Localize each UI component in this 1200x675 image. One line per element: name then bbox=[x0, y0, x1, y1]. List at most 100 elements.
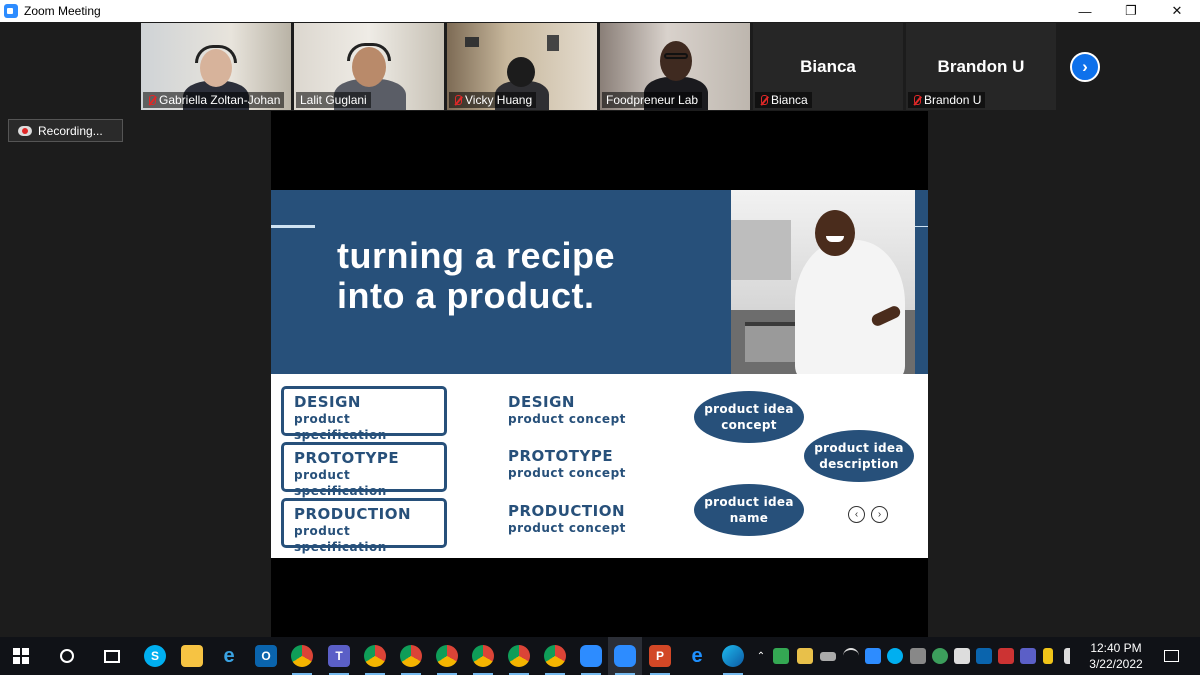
participant-name-bar: Brandon U bbox=[908, 92, 986, 108]
slide-next-button[interactable]: › bbox=[871, 506, 888, 523]
spec-subtitle: product specification bbox=[294, 468, 387, 498]
spec-subtitle: product specification bbox=[294, 412, 387, 442]
clock-date: 3/22/2022 bbox=[1089, 657, 1143, 671]
spec-title: PRODUCTION bbox=[294, 505, 412, 523]
concept-subtitle: product concept bbox=[508, 521, 626, 535]
edge-legacy-icon[interactable]: e bbox=[680, 637, 714, 675]
idea-bubble-name: product idea name bbox=[694, 484, 804, 536]
screen-capture-icon[interactable] bbox=[998, 648, 1014, 664]
network-globe-icon[interactable] bbox=[932, 648, 948, 664]
zoom-app-icon bbox=[4, 4, 18, 18]
next-page-button[interactable]: › bbox=[1070, 52, 1100, 82]
concept-title: PROTOTYPE bbox=[508, 447, 614, 465]
zoom-icon[interactable] bbox=[574, 637, 608, 675]
task-view-icon[interactable] bbox=[95, 637, 129, 675]
powerpoint-icon[interactable]: P bbox=[643, 637, 677, 675]
tools-tray-icon[interactable] bbox=[910, 648, 926, 664]
concept-production: PRODUCTION product concept bbox=[508, 502, 626, 536]
spec-box-design: DESIGN product specification bbox=[281, 386, 447, 442]
chrome-profile-icon[interactable] bbox=[430, 637, 464, 675]
chrome-profile-icon[interactable] bbox=[538, 637, 572, 675]
battery-icon[interactable] bbox=[820, 652, 836, 661]
idea-bubble-concept: product idea concept bbox=[694, 391, 804, 443]
spec-title: PROTOTYPE bbox=[294, 449, 400, 467]
concept-title: DESIGN bbox=[508, 393, 575, 411]
banner-accent-line bbox=[271, 225, 315, 228]
concept-design: DESIGN product concept bbox=[508, 393, 626, 427]
muted-mic-icon bbox=[147, 94, 156, 106]
skype-icon[interactable]: S bbox=[138, 637, 172, 675]
security-shield-icon[interactable] bbox=[954, 648, 970, 664]
recording-label: Recording... bbox=[38, 123, 103, 138]
skype-tray-icon[interactable] bbox=[887, 648, 903, 664]
show-hidden-icons-icon[interactable]: ⌃ bbox=[752, 637, 770, 675]
wifi-icon[interactable] bbox=[843, 648, 859, 664]
concept-subtitle: product concept bbox=[508, 412, 626, 426]
zoom-icon[interactable] bbox=[608, 637, 642, 675]
participant-display-name: Brandon U bbox=[937, 57, 1025, 76]
mail-icon[interactable] bbox=[797, 648, 813, 664]
concept-prototype: PROTOTYPE product concept bbox=[508, 447, 626, 481]
participant-tile[interactable]: Bianca Bianca bbox=[753, 23, 903, 110]
participant-name-bar: Gabriella Zoltan-Johan bbox=[143, 92, 285, 108]
participant-gallery: Gabriella Zoltan-Johan Lalit Guglani Vic… bbox=[141, 23, 1056, 110]
participant-tile[interactable]: Brandon U Brandon U bbox=[906, 23, 1056, 110]
zoom-tray-icon[interactable] bbox=[865, 648, 881, 664]
chrome-profile-icon[interactable] bbox=[502, 637, 536, 675]
windows-start-icon[interactable] bbox=[4, 637, 38, 675]
muted-mic-icon bbox=[453, 94, 462, 106]
spec-box-prototype: PROTOTYPE product specification bbox=[281, 442, 447, 498]
chevron-left-icon: ‹ bbox=[854, 509, 859, 520]
title-bar: Zoom Meeting — ❐ ✕ bbox=[0, 0, 1200, 22]
participant-tile-active-speaker[interactable]: Foodpreneur Lab bbox=[600, 23, 750, 110]
internet-explorer-icon[interactable]: e bbox=[212, 637, 246, 675]
concept-subtitle: product concept bbox=[508, 466, 626, 480]
participant-tile[interactable]: Vicky Huang bbox=[447, 23, 597, 110]
participant-name: Gabriella Zoltan-Johan bbox=[159, 93, 281, 107]
presentation-slide: turning a recipe into a product. DESIGN … bbox=[271, 190, 928, 558]
participant-tile[interactable]: Lalit Guglani bbox=[294, 23, 444, 110]
chrome-profile-icon[interactable] bbox=[394, 637, 428, 675]
file-explorer-icon[interactable] bbox=[175, 637, 209, 675]
slide-prev-button[interactable]: ‹ bbox=[848, 506, 865, 523]
teams-icon[interactable]: T bbox=[322, 637, 356, 675]
concept-title: PRODUCTION bbox=[508, 502, 626, 520]
volume-icon[interactable] bbox=[1064, 648, 1080, 664]
participant-name-bar: Lalit Guglani bbox=[296, 92, 371, 108]
participant-name: Brandon U bbox=[924, 93, 982, 107]
spec-subtitle: product specification bbox=[294, 524, 387, 554]
chevron-right-icon: › bbox=[877, 509, 882, 520]
chrome-icon[interactable] bbox=[285, 637, 319, 675]
edge-icon[interactable] bbox=[716, 637, 750, 675]
participant-name: Lalit Guglani bbox=[300, 93, 367, 107]
chrome-profile-icon[interactable] bbox=[466, 637, 500, 675]
google-drive-icon[interactable] bbox=[773, 648, 789, 664]
minimize-button[interactable]: — bbox=[1062, 0, 1108, 22]
spec-box-production: PRODUCTION product specification bbox=[281, 498, 447, 554]
participant-name-bar: Bianca bbox=[755, 92, 812, 108]
notifications-icon[interactable] bbox=[1154, 637, 1188, 675]
chevron-right-icon: › bbox=[1082, 57, 1088, 76]
close-button[interactable]: ✕ bbox=[1154, 0, 1200, 22]
windows-taskbar: S e O T P e ⌃ 12:40 PM 3/22/2022 bbox=[0, 637, 1200, 675]
teams-tray-icon[interactable] bbox=[1020, 648, 1036, 664]
participant-display-name: Bianca bbox=[800, 57, 856, 76]
idea-bubble-description: product idea description bbox=[804, 430, 914, 482]
cortana-icon[interactable] bbox=[50, 637, 84, 675]
restore-button[interactable]: ❐ bbox=[1108, 0, 1154, 22]
participant-tile[interactable]: Gabriella Zoltan-Johan bbox=[141, 23, 291, 110]
participant-name-bar: Vicky Huang bbox=[449, 92, 537, 108]
muted-mic-icon bbox=[759, 94, 768, 106]
participant-name-bar: Foodpreneur Lab bbox=[602, 92, 703, 108]
notepad-tray-icon[interactable] bbox=[1043, 648, 1053, 664]
system-clock[interactable]: 12:40 PM 3/22/2022 bbox=[1080, 640, 1152, 672]
participant-name: Vicky Huang bbox=[465, 93, 533, 107]
cloud-recording-icon bbox=[18, 125, 32, 136]
recording-indicator[interactable]: Recording... bbox=[8, 119, 123, 142]
slide-headline: turning a recipe into a product. bbox=[337, 235, 616, 316]
chrome-profile-icon[interactable] bbox=[358, 637, 392, 675]
outlook-tray-icon[interactable] bbox=[976, 648, 992, 664]
spec-title: DESIGN bbox=[294, 393, 361, 411]
participant-name: Bianca bbox=[771, 93, 808, 107]
outlook-icon[interactable]: O bbox=[249, 637, 283, 675]
